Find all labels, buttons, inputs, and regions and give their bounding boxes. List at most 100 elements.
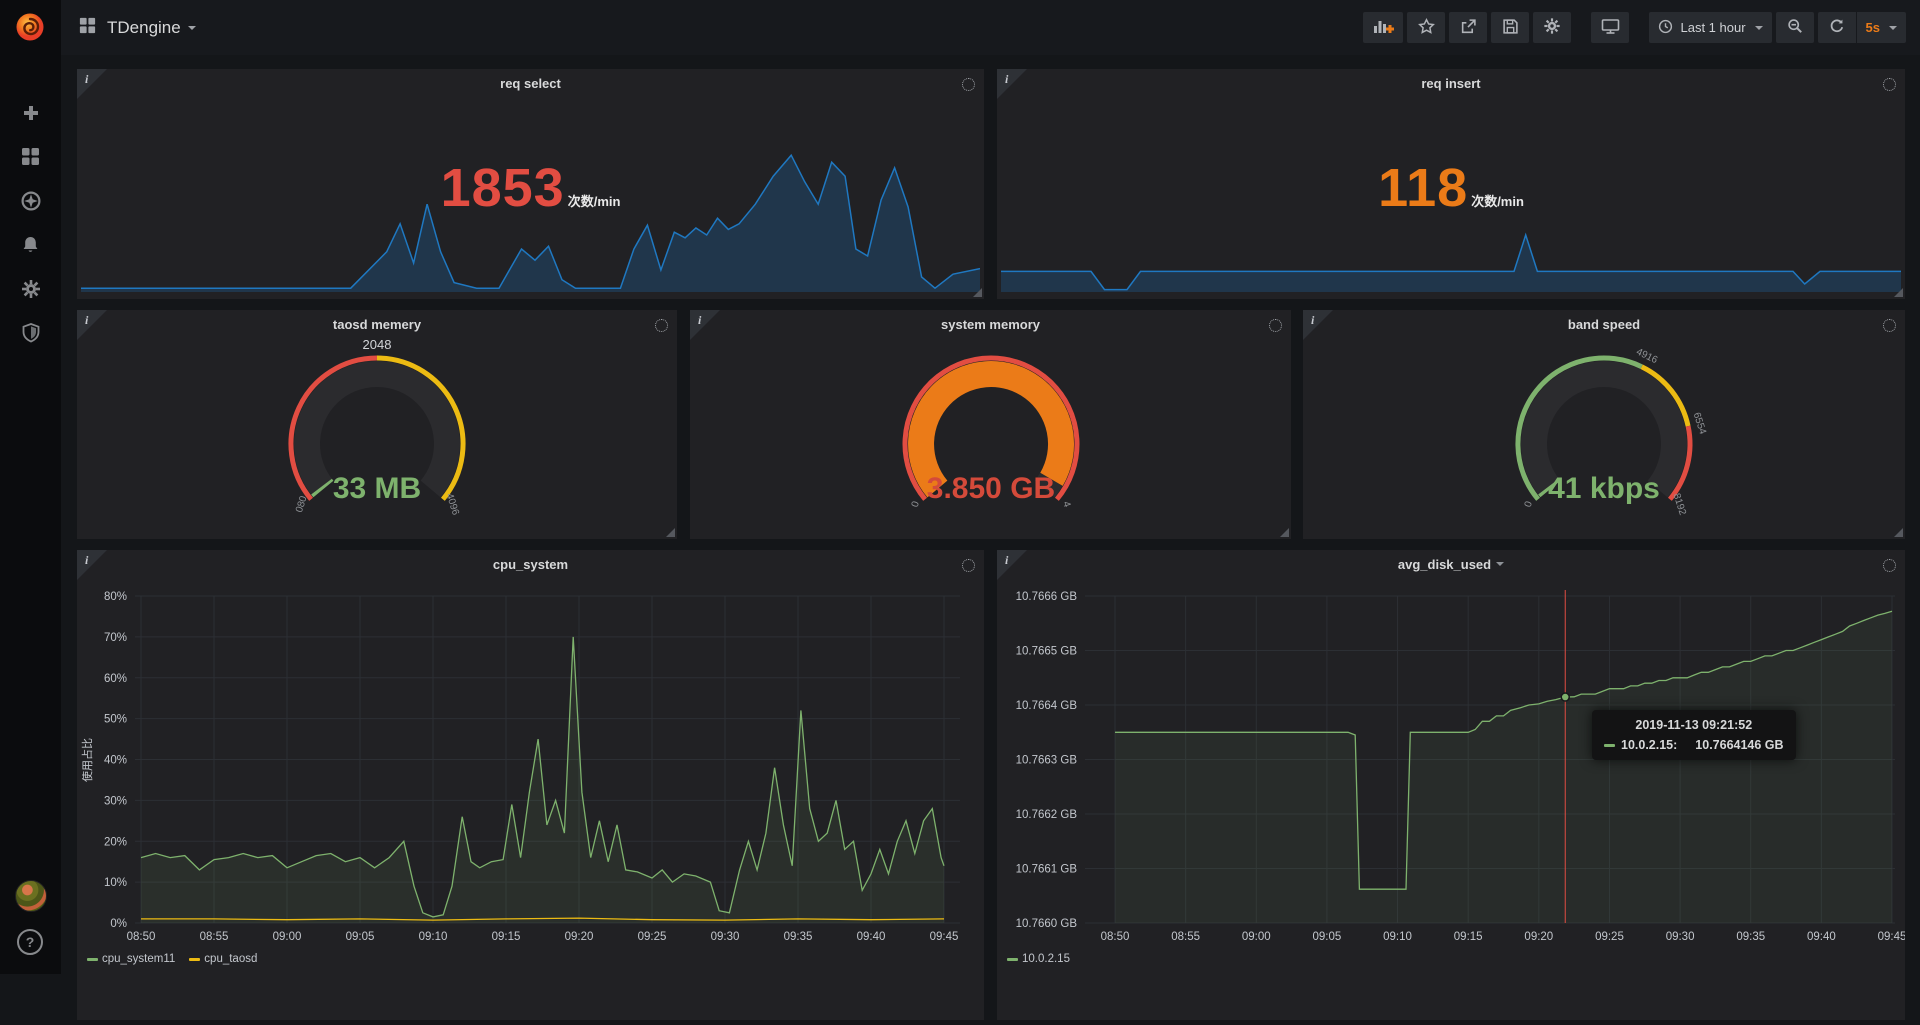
series-color-dash (1604, 744, 1615, 747)
svg-text:08:50: 08:50 (1101, 931, 1130, 943)
info-corner-icon[interactable] (77, 310, 107, 340)
sidebar: ? (0, 0, 61, 974)
tv-monitor-icon (1601, 18, 1620, 38)
svg-text:50%: 50% (104, 714, 127, 726)
info-corner-icon[interactable] (997, 69, 1027, 99)
svg-text:09:30: 09:30 (711, 931, 740, 943)
svg-text:10%: 10% (104, 877, 127, 889)
star-button[interactable] (1407, 12, 1445, 43)
graph-tooltip: 2019-11-13 09:21:52 10.0.2.15: 10.766414… (1592, 710, 1796, 760)
chevron-down-icon (188, 26, 196, 30)
avg-disk-used-chart[interactable]: 08:5008:5509:0009:0509:1009:1509:2009:25… (997, 550, 1905, 1020)
legend-item[interactable]: 10.0.2.15 (1007, 953, 1070, 965)
dashboards-grid-icon (79, 17, 96, 39)
loading-spinner-icon (1883, 78, 1896, 91)
panel-title[interactable]: taosd memery (77, 310, 677, 338)
panel-title[interactable]: req insert (997, 69, 1905, 97)
svg-text:10.7665 GB: 10.7665 GB (1016, 646, 1078, 658)
save-button[interactable] (1491, 12, 1529, 43)
info-corner-icon[interactable] (77, 550, 107, 580)
svg-text:60%: 60% (104, 673, 127, 685)
grafana-app: ? TDengine (0, 0, 1920, 974)
dashboard-picker[interactable]: TDengine (79, 17, 196, 39)
panel-resize-handle[interactable] (666, 528, 675, 537)
grafana-logo[interactable] (13, 10, 47, 44)
bell-icon (21, 235, 40, 260)
panel-cpu-system: i cpu_system 使用占比 08:5008:5509:0009:0509… (77, 550, 984, 1020)
svg-text:10.7666 GB: 10.7666 GB (1016, 591, 1078, 603)
zoom-out-button[interactable] (1776, 12, 1814, 43)
panel-req-select: i req select 1853 次数/min (77, 69, 984, 299)
svg-text:0: 0 (1523, 500, 1535, 509)
svg-text:08:55: 08:55 (200, 931, 229, 943)
svg-text:10.7660 GB: 10.7660 GB (1016, 918, 1078, 930)
y-axis-label: 使用占比 (79, 690, 95, 830)
req-insert-value: 118 次数/min (997, 157, 1905, 219)
sidebar-item-explore[interactable] (20, 193, 42, 213)
svg-text:10.7662 GB: 10.7662 GB (1016, 809, 1078, 821)
info-corner-icon[interactable] (77, 69, 107, 99)
navbar-actions: Last 1 hour 5s (1359, 12, 1906, 43)
sidebar-item-dashboards[interactable] (20, 149, 42, 169)
info-corner-icon[interactable] (690, 310, 720, 340)
panel-title[interactable]: avg_disk_used (997, 550, 1905, 578)
svg-text:09:10: 09:10 (419, 931, 448, 943)
panel-title[interactable]: system memory (690, 310, 1291, 338)
save-floppy-icon (1502, 18, 1519, 38)
panel-title[interactable]: band speed (1303, 310, 1905, 338)
sidebar-item-configuration[interactable] (20, 281, 42, 301)
svg-text:09:20: 09:20 (1524, 931, 1553, 943)
panel-resize-handle[interactable] (1894, 288, 1903, 297)
svg-text:20%: 20% (104, 836, 127, 848)
chevron-down-icon (1889, 26, 1897, 30)
add-panel-button[interactable] (1363, 12, 1403, 43)
cpu-system-chart[interactable]: 08:5008:5509:0009:0509:1009:1509:2009:25… (77, 550, 984, 1020)
panel-resize-handle[interactable] (973, 288, 982, 297)
refresh-interval-picker[interactable]: 5s (1857, 12, 1906, 43)
series-color-dash (87, 958, 98, 961)
share-button[interactable] (1449, 12, 1487, 43)
svg-text:09:10: 09:10 (1383, 931, 1412, 943)
panel-title[interactable]: cpu_system (77, 550, 984, 578)
time-range-picker[interactable]: Last 1 hour (1649, 12, 1771, 43)
svg-text:30%: 30% (104, 795, 127, 807)
refresh-button[interactable] (1818, 12, 1856, 43)
user-avatar[interactable] (15, 880, 47, 912)
zoom-out-icon (1787, 18, 1803, 37)
info-corner-icon[interactable] (997, 550, 1027, 580)
panel-taosd-memory: i taosd memery 0802048409633 MB (77, 310, 677, 539)
svg-text:0%: 0% (110, 918, 127, 930)
help-icon[interactable]: ? (17, 929, 43, 955)
dashboard-settings-button[interactable] (1533, 12, 1571, 43)
loading-spinner-icon (1269, 319, 1282, 332)
add-panel-icon (1372, 17, 1394, 38)
svg-text:8192: 8192 (1671, 492, 1688, 517)
chart-legend: cpu_system11 cpu_taosd (87, 953, 257, 965)
panel-req-insert: i req insert 118 次数/min (997, 69, 1905, 299)
legend-item[interactable]: cpu_system11 (87, 953, 175, 965)
series-color-dash (189, 958, 200, 961)
tooltip-series-name: 10.0.2.15: (1621, 738, 1677, 752)
panel-resize-handle[interactable] (1894, 528, 1903, 537)
legend-item[interactable]: cpu_taosd (189, 953, 257, 965)
cycle-view-mode-button[interactable] (1591, 12, 1629, 43)
svg-text:33 MB: 33 MB (333, 472, 421, 505)
svg-text:3.850 GB: 3.850 GB (926, 472, 1054, 505)
svg-text:09:25: 09:25 (1595, 931, 1624, 943)
loading-spinner-icon (1883, 319, 1896, 332)
taosd-memory-gauge: 0802048409633 MB (77, 336, 677, 536)
panel-resize-handle[interactable] (1280, 528, 1289, 537)
panel-title[interactable]: req select (77, 69, 984, 97)
loading-spinner-icon (655, 319, 668, 332)
sidebar-item-create[interactable] (20, 105, 42, 125)
sidebar-item-alerting[interactable] (20, 237, 42, 257)
time-range-label: Last 1 hour (1680, 20, 1745, 35)
loading-spinner-icon (962, 78, 975, 91)
gear-icon (1543, 17, 1561, 38)
sidebar-item-server-admin[interactable] (20, 325, 42, 345)
refresh-icon (1829, 18, 1845, 37)
svg-text:09:40: 09:40 (857, 931, 886, 943)
info-corner-icon[interactable] (1303, 310, 1333, 340)
svg-text:2048: 2048 (363, 337, 392, 352)
compass-icon (21, 191, 41, 216)
